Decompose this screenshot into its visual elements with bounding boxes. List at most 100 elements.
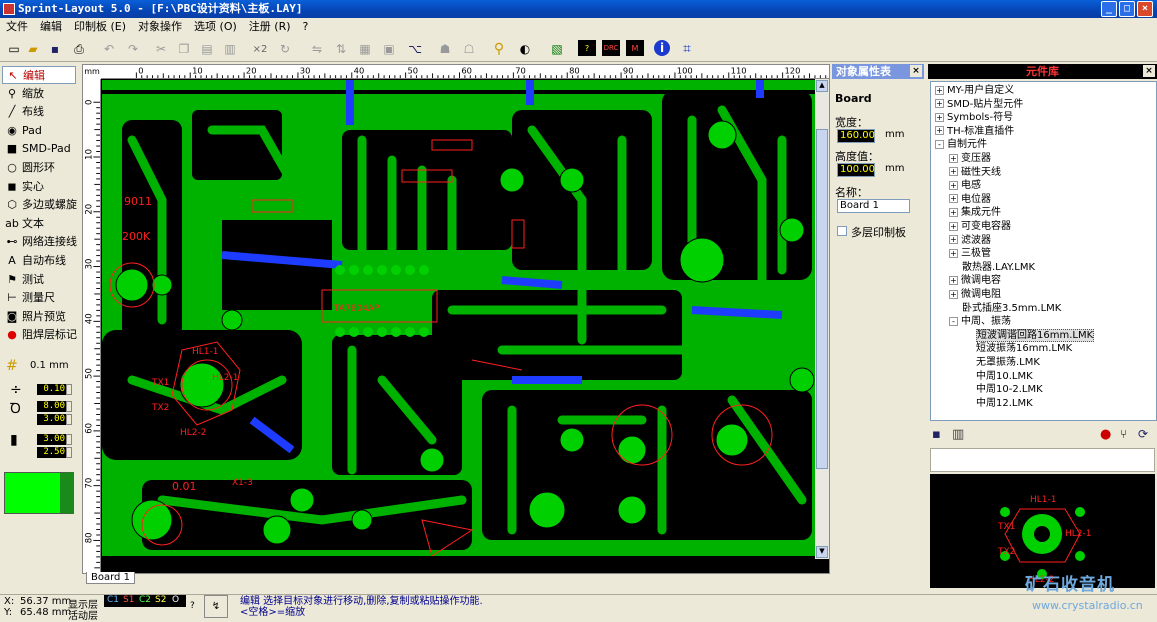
component-icon[interactable]: ⑂ xyxy=(1120,427,1127,441)
width-value-2[interactable]: 3.00 xyxy=(37,414,67,425)
library-item[interactable]: + 电位器 xyxy=(949,193,991,206)
duplicate-icon[interactable]: ×2 xyxy=(251,40,269,58)
width-value-1[interactable]: 8.00 xyxy=(37,401,67,412)
width-spinner-0[interactable] xyxy=(66,384,72,395)
multilayer-checkbox[interactable] xyxy=(837,226,847,236)
tool-14[interactable]: ● 阻焊层标记 xyxy=(2,326,77,344)
scroll-up-icon[interactable]: ▲ xyxy=(816,80,828,92)
grid-setting[interactable]: #0.1 mm xyxy=(4,358,78,374)
expand-icon[interactable]: + xyxy=(935,126,944,136)
layer-selector[interactable]: C1 S1 C2 S2 O xyxy=(104,595,186,607)
tool-7[interactable]: ⬡ 多边或螺旋 xyxy=(2,196,77,214)
group-icon[interactable]: ▣ xyxy=(380,40,398,58)
expand-icon[interactable]: + xyxy=(935,99,944,109)
width-spinner-1[interactable] xyxy=(66,401,72,412)
expand-icon[interactable]: + xyxy=(935,112,944,122)
collapse-icon[interactable]: - xyxy=(949,316,958,326)
layer-help-icon[interactable]: ? xyxy=(190,601,195,611)
tool-2[interactable]: ╱ 布线 xyxy=(2,103,76,121)
library-item[interactable]: + 可变电容器 xyxy=(949,220,1011,233)
menu-object[interactable]: 对象操作 xyxy=(132,18,188,35)
align-icon[interactable]: ▦ xyxy=(356,40,374,58)
menu-help[interactable]: ? xyxy=(297,18,315,35)
width-value-4[interactable]: 2.50 xyxy=(37,447,67,458)
library-item[interactable]: - 中周、振荡 xyxy=(949,315,1011,328)
expand-icon[interactable]: + xyxy=(949,194,958,204)
vertical-scroll-thumb[interactable] xyxy=(816,129,828,469)
width-value-3[interactable]: 3.00 xyxy=(37,434,67,445)
unlock-icon[interactable]: ☖ xyxy=(460,40,478,58)
drc-check-icon[interactable]: DRC xyxy=(602,40,620,56)
delete-icon[interactable]: ▥ xyxy=(221,40,239,58)
height-input[interactable]: 100.00 xyxy=(837,163,875,177)
library-item[interactable]: + 磁性天线 xyxy=(949,166,1001,179)
vertical-scrollbar[interactable]: ▲ ▼ xyxy=(815,79,829,559)
tool-8[interactable]: ab 文本 xyxy=(2,215,76,233)
expand-icon[interactable]: + xyxy=(949,153,958,163)
menu-register[interactable]: 注册 (R) xyxy=(243,18,297,35)
library-item[interactable]: 短波振荡16mm.LMK xyxy=(976,342,1072,355)
undo-icon[interactable]: ↶ xyxy=(100,40,118,58)
width-input[interactable]: 160.00 xyxy=(837,129,875,143)
tool-3[interactable]: ◉ Pad xyxy=(2,122,76,140)
save-icon[interactable]: ▪ xyxy=(46,40,64,58)
close-properties-icon[interactable]: × xyxy=(910,65,922,77)
tool-0[interactable]: ↖ 编辑 xyxy=(2,66,76,84)
paste-icon[interactable]: ▤ xyxy=(198,40,216,58)
tool-11[interactable]: ⚑ 测试 xyxy=(2,271,76,289)
expand-icon[interactable]: + xyxy=(949,221,958,231)
library-item[interactable]: 中周10-2.LMK xyxy=(976,383,1043,396)
library-tree[interactable]: + MY-用户自定义 + SMD-贴片型元件 + Symbols-符号 + TH-标准直插件 -… xyxy=(930,81,1157,421)
library-item[interactable]: 中周10.LMK xyxy=(976,370,1033,383)
expand-icon[interactable]: + xyxy=(949,248,958,258)
library-item[interactable]: + SMD-贴片型元件 xyxy=(935,98,1023,111)
macro-icon[interactable]: M xyxy=(626,40,644,56)
tool-4[interactable]: ■ SMD-Pad xyxy=(2,140,76,158)
expand-icon[interactable]: + xyxy=(949,207,958,217)
library-item[interactable]: 无罩振荡.LMK xyxy=(976,356,1040,369)
rotate-icon[interactable]: ↻ xyxy=(276,40,294,58)
collapse-icon[interactable]: - xyxy=(935,139,944,149)
search-icon[interactable]: ⚲ xyxy=(490,40,508,58)
library-item[interactable]: + MY-用户自定义 xyxy=(935,84,1014,97)
crop-icon[interactable]: ⌗ xyxy=(678,40,696,58)
board-editor[interactable]: mm 0 10 20 30 40 50 60 70 80 90 100 110 120 0 10 20 30 4… xyxy=(82,64,830,574)
expand-icon[interactable]: + xyxy=(949,180,958,190)
library-item[interactable]: + TH-标准直插件 xyxy=(935,125,1014,138)
menu-edit[interactable]: 编辑 xyxy=(34,18,68,35)
redo-icon[interactable]: ↷ xyxy=(124,40,142,58)
connection-tool-icon[interactable]: ⌥ xyxy=(406,40,424,58)
cut-icon[interactable]: ✂ xyxy=(152,40,170,58)
expand-icon[interactable]: + xyxy=(949,235,958,245)
record-icon[interactable]: ● xyxy=(1100,427,1111,442)
color-swatch[interactable] xyxy=(4,472,74,514)
maximize-button[interactable]: □ xyxy=(1119,1,1135,17)
new-file-icon[interactable]: ▭ xyxy=(5,40,23,58)
library-item[interactable]: + 集成元件 xyxy=(949,206,1001,219)
layer-c2[interactable]: C2 xyxy=(139,595,151,605)
info-icon[interactable]: i xyxy=(654,40,670,56)
library-item[interactable]: + 微调电容 xyxy=(949,274,1001,287)
tab-board-1[interactable]: Board 1 xyxy=(86,572,135,584)
library-item[interactable]: + 电感 xyxy=(949,179,981,192)
library-item[interactable]: + 滤波器 xyxy=(949,234,991,247)
minimize-button[interactable]: _ xyxy=(1101,1,1117,17)
tool-12[interactable]: ⊢ 测量尺 xyxy=(2,289,76,307)
open-folder-icon[interactable]: ▰ xyxy=(24,40,42,58)
refresh-icon[interactable]: ⟳ xyxy=(1138,427,1148,441)
menu-file[interactable]: 文件 xyxy=(0,18,34,35)
library-item[interactable]: + 三极管 xyxy=(949,247,991,260)
tool-13[interactable]: ◙ 照片预览 xyxy=(2,308,76,326)
expand-icon[interactable]: + xyxy=(949,275,958,285)
save-library-icon[interactable]: ▪ xyxy=(932,427,941,442)
expand-icon[interactable]: + xyxy=(935,85,944,95)
width-spinner-2[interactable] xyxy=(66,414,72,425)
library-item[interactable]: + 变压器 xyxy=(949,152,991,165)
width-spinner-3[interactable] xyxy=(66,434,72,445)
menu-options[interactable]: 选项 (O) xyxy=(188,18,243,35)
copy-icon[interactable]: ❐ xyxy=(175,40,193,58)
library-item[interactable]: - 自制元件 xyxy=(935,138,987,151)
library-item[interactable]: + Symbols-符号 xyxy=(935,111,1013,124)
tool-1[interactable]: ⚲ 缩放 xyxy=(2,85,76,103)
expand-icon[interactable]: + xyxy=(949,289,958,299)
